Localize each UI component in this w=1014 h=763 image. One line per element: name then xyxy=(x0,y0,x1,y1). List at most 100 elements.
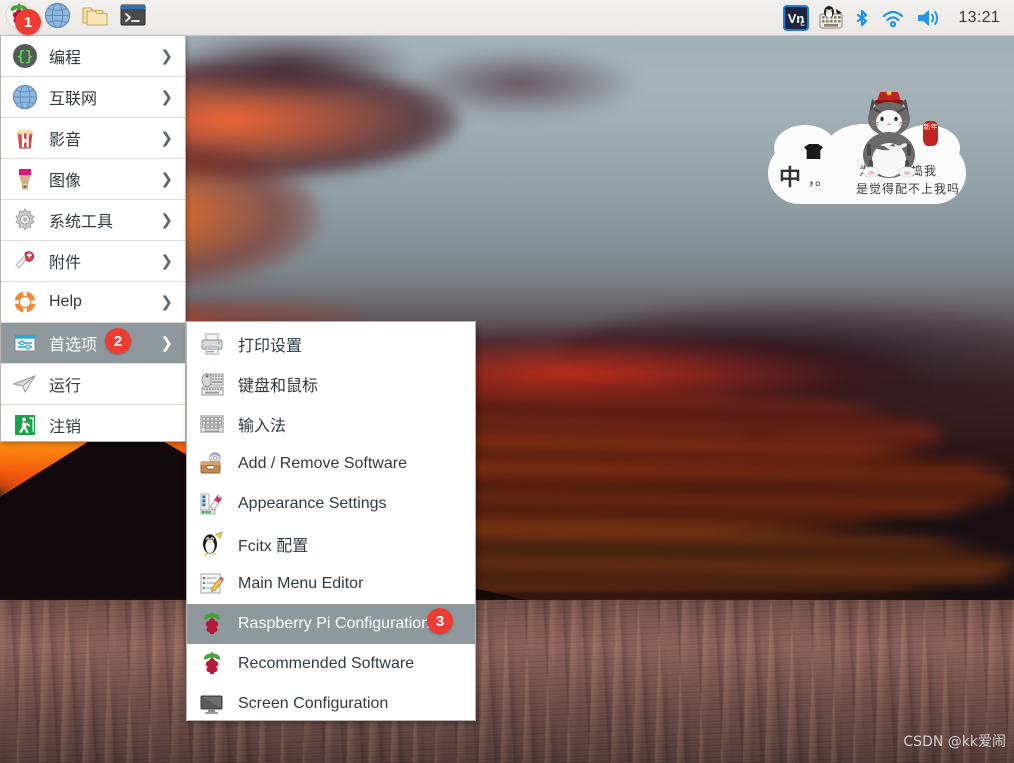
submenu-item-label: 键盘和鼠标 xyxy=(238,378,319,395)
taskbar-panel: Vn c 13:21 xyxy=(0,0,1014,36)
watermark: CSDN @kk爱闹 xyxy=(903,734,1006,750)
popcorn-icon xyxy=(10,123,40,153)
vnc-tray-icon[interactable]: Vn c xyxy=(783,4,810,31)
submenu-item-screen-configuration[interactable]: Screen Configuration xyxy=(187,684,475,724)
chevron-right-icon: ❯ xyxy=(160,171,173,188)
submenu-item-recommended-software[interactable]: Recommended Software xyxy=(187,644,475,684)
lifebuoy-icon xyxy=(10,287,40,317)
submenu-item-print-settings[interactable]: 打印设置 xyxy=(187,324,475,364)
chevron-right-icon: ❯ xyxy=(160,335,173,352)
step-badge-3: 3 xyxy=(427,608,453,634)
web-browser-launcher[interactable] xyxy=(40,2,74,34)
menu-item-sound-video[interactable]: 影音 ❯ xyxy=(1,118,185,158)
submenu-item-label: Main Menu Editor xyxy=(238,575,364,592)
monitor-icon xyxy=(198,690,226,718)
wifi-tray-icon[interactable] xyxy=(880,5,906,31)
logout-icon xyxy=(10,410,40,440)
submenu-item-label: 打印设置 xyxy=(238,338,303,355)
menu-item-graphics[interactable]: 图像 ❯ xyxy=(1,159,185,199)
submenu-item-main-menu-editor[interactable]: Main Menu Editor xyxy=(187,564,475,604)
fcitx-punctuation-indicator[interactable]: ，。 xyxy=(808,170,829,190)
fcitx-mode-indicator[interactable]: 中 xyxy=(779,160,801,192)
preferences-icon xyxy=(10,328,40,358)
chevron-right-icon: ❯ xyxy=(160,253,173,270)
terminal-icon xyxy=(119,2,147,33)
menu-editor-icon xyxy=(198,570,226,598)
step-badge-1: 1 xyxy=(15,9,41,35)
penguin-icon xyxy=(824,5,835,18)
menu-item-label: 首选项 xyxy=(49,337,98,354)
menu-item-programming[interactable]: {} 编程 ❯ xyxy=(1,36,185,76)
penguin-icon xyxy=(198,530,226,558)
input-method-icon xyxy=(198,410,226,438)
fcitx-status-panel[interactable]: 新年 中 ，。 为什么不捣我 是觉得配不上我吗 xyxy=(763,88,968,213)
wallpaper-water-reflections xyxy=(0,600,1014,763)
globe-icon xyxy=(44,2,71,34)
menu-item-label: 附件 xyxy=(49,255,82,272)
file-manager-launcher[interactable] xyxy=(78,2,112,34)
submenu-item-label: Appearance Settings xyxy=(238,495,387,512)
submenu-item-keyboard-and-mouse[interactable]: 键盘和鼠标 xyxy=(187,364,475,404)
fcitx-caption-line-2: 是觉得配不上我吗 xyxy=(856,182,961,196)
paper-plane-icon xyxy=(10,369,40,399)
preferences-submenu-panel: 打印设置 键盘和鼠标 输入法 Add / Remove Software App… xyxy=(186,321,476,721)
gear-icon xyxy=(10,205,40,235)
submenu-item-label: 输入法 xyxy=(238,418,287,435)
main-menu-panel: {} 编程 ❯ 互联网 ❯ 影音 ❯ 图像 ❯ 系统工具 ❯ 附件 ❯ Help… xyxy=(0,36,186,442)
system-tray: Vn c 13:21 xyxy=(783,4,1014,31)
menu-item-label: 编程 xyxy=(49,50,82,67)
submenu-item-label: Fcitx 配置 xyxy=(238,538,309,555)
svg-text:c: c xyxy=(801,18,806,28)
step-badge-2: 2 xyxy=(105,328,131,354)
chevron-right-icon: ❯ xyxy=(160,48,173,65)
submenu-item-add-remove-software[interactable]: Add / Remove Software xyxy=(187,444,475,484)
software-package-icon xyxy=(198,450,226,478)
lantern-text: 新年 xyxy=(923,124,938,131)
menu-item-label: Help xyxy=(49,293,82,310)
svg-text:{}: {} xyxy=(17,49,34,65)
menu-item-logout[interactable]: 注销 xyxy=(1,405,185,445)
keyboard-mouse-icon xyxy=(198,370,226,398)
globe-icon xyxy=(10,82,40,112)
raspberry-icon xyxy=(198,650,226,678)
raspberry-icon xyxy=(198,610,226,638)
printer-icon xyxy=(198,330,226,358)
submenu-item-label: Raspberry Pi Configuration xyxy=(238,615,431,632)
cloud-band xyxy=(400,48,640,118)
terminal-launcher[interactable] xyxy=(116,2,150,34)
menu-item-label: 图像 xyxy=(49,173,82,190)
paintbrush-icon xyxy=(10,164,40,194)
menu-item-run[interactable]: 运行 xyxy=(1,364,185,404)
menu-item-label: 系统工具 xyxy=(49,214,114,231)
menu-item-label: 运行 xyxy=(49,378,82,395)
chevron-right-icon: ❯ xyxy=(160,130,173,147)
volume-tray-icon[interactable] xyxy=(915,5,943,31)
submenu-item-appearance-settings[interactable]: Appearance Settings xyxy=(187,484,475,524)
chevron-right-icon: ❯ xyxy=(160,212,173,229)
submenu-item-label: Add / Remove Software xyxy=(238,455,407,472)
menu-item-internet[interactable]: 互联网 ❯ xyxy=(1,77,185,117)
code-braces-icon: {} xyxy=(10,41,40,71)
cat-illustration xyxy=(849,88,929,180)
fcitx-tray-icon[interactable] xyxy=(818,5,844,31)
fcitx-shirt-icon[interactable] xyxy=(804,144,823,159)
bluetooth-tray-icon[interactable] xyxy=(853,5,871,31)
swiss-knife-icon xyxy=(10,246,40,276)
submenu-item-label: Screen Configuration xyxy=(238,695,389,712)
submenu-item-fcitx-config[interactable]: Fcitx 配置 xyxy=(187,524,475,564)
menu-item-help[interactable]: Help ❯ xyxy=(1,282,185,322)
appearance-palette-icon xyxy=(198,490,226,518)
menu-item-accessories[interactable]: 附件 ❯ xyxy=(1,241,185,281)
submenu-item-label: Recommended Software xyxy=(238,655,415,672)
menu-item-label: 互联网 xyxy=(49,91,98,108)
clock[interactable]: 13:21 xyxy=(952,9,1004,27)
menu-item-system-tools[interactable]: 系统工具 ❯ xyxy=(1,200,185,240)
cloud-band xyxy=(160,30,420,100)
folder-icon xyxy=(81,2,109,33)
lantern-icon: 新年 xyxy=(923,121,938,146)
submenu-item-input-method[interactable]: 输入法 xyxy=(187,404,475,444)
chevron-right-icon: ❯ xyxy=(160,89,173,106)
chevron-right-icon: ❯ xyxy=(160,294,173,311)
menu-item-preferences[interactable]: 首选项 ❯ xyxy=(1,323,185,363)
menu-item-label: 影音 xyxy=(49,132,82,149)
